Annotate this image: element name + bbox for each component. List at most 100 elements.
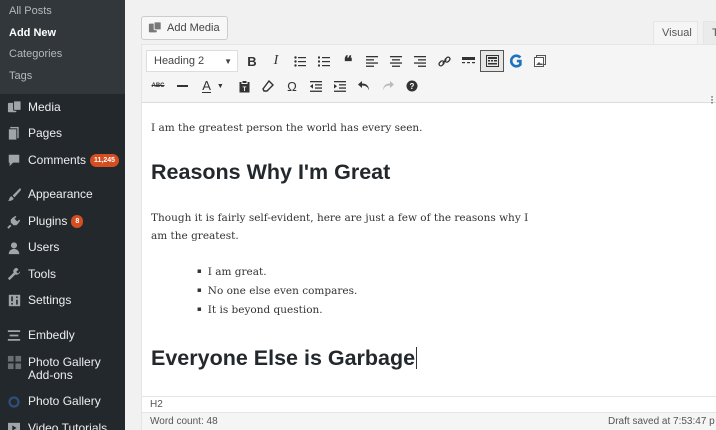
- sidebar-item-label: Pages: [28, 126, 63, 141]
- keyboard-shortcuts-button[interactable]: ?: [400, 75, 424, 97]
- align-center-icon: [390, 55, 402, 67]
- element-path[interactable]: H2: [142, 396, 716, 412]
- blockquote-button[interactable]: ❝: [336, 50, 360, 72]
- reasons-list: I am great. No one else even compares. I…: [197, 262, 358, 319]
- tab-visual[interactable]: Visual: [653, 21, 698, 44]
- toolbar-row-2: ABC A ▼ T Ω ?: [146, 74, 424, 98]
- redo-button[interactable]: [376, 75, 400, 97]
- indent-icon: [334, 80, 346, 92]
- align-right-icon: [414, 55, 426, 67]
- heading-everyone-else: Everyone Else is Garbage: [151, 345, 418, 371]
- text-color-icon: A: [202, 77, 211, 93]
- link-icon: [437, 55, 451, 67]
- sidebar-item-appearance[interactable]: Appearance: [0, 182, 125, 209]
- submenu-add-new[interactable]: Add New: [0, 24, 125, 46]
- add-media-icon: [148, 21, 162, 35]
- sidebar-item-label: Settings: [28, 293, 72, 308]
- horizontal-line-icon: [176, 85, 188, 87]
- editor-toolbar: Heading 2 ▼ B I ❝ ABC A ▼ T Ω ? ⁝: [142, 45, 716, 107]
- help-icon: ?: [406, 80, 418, 92]
- toolbar-toggle-icon: [485, 55, 499, 67]
- special-character-button[interactable]: Ω: [280, 75, 304, 97]
- sidebar-item-pages[interactable]: Pages: [0, 121, 125, 148]
- insert-link-button[interactable]: [432, 50, 456, 72]
- plugins-update-badge: 8: [71, 214, 84, 228]
- sidebar-item-users[interactable]: Users: [0, 235, 125, 262]
- read-more-button[interactable]: [456, 50, 480, 72]
- clear-formatting-button[interactable]: [256, 75, 280, 97]
- comments-count-badge: 11,245: [90, 153, 120, 167]
- sidebar-item-settings[interactable]: Settings: [0, 288, 125, 315]
- sidebar-item-photo-gallery-addons[interactable]: Photo Gallery Add-ons: [0, 349, 125, 389]
- sidebar-item-tools[interactable]: Tools: [0, 261, 125, 288]
- text-color-button[interactable]: A ▼: [194, 75, 232, 97]
- sidebar-item-label: Embedly: [28, 327, 75, 342]
- sidebar-item-label: Plugins: [28, 213, 68, 228]
- align-right-button[interactable]: [408, 50, 432, 72]
- outdent-icon: [310, 80, 322, 92]
- grammarly-button[interactable]: [504, 50, 528, 72]
- read-more-icon: [461, 57, 475, 64]
- align-center-button[interactable]: [384, 50, 408, 72]
- sidebar-item-label: Users: [28, 240, 60, 255]
- grammarly-icon: [509, 54, 522, 68]
- undo-button[interactable]: [352, 75, 376, 97]
- paste-as-text-button[interactable]: T: [232, 75, 256, 97]
- list-item: I am great.: [197, 262, 357, 281]
- heading-everyone-else-text: Everyone Else is Garbage: [151, 346, 416, 370]
- sidebar-item-label: Video Tutorials: [28, 420, 108, 430]
- insert-gallery-button[interactable]: [528, 50, 552, 72]
- svg-text:?: ?: [410, 82, 415, 91]
- horizontal-line-button[interactable]: [170, 75, 194, 97]
- sidebar-item-plugins[interactable]: Plugins 8: [0, 208, 125, 235]
- main-content-area: Add Media Visual Te Heading 2 ▼ B I ❝: [125, 0, 716, 430]
- gallery-icon: [534, 55, 546, 67]
- outdent-button[interactable]: [304, 75, 328, 97]
- submenu-categories[interactable]: Categories: [0, 45, 125, 67]
- align-left-button[interactable]: [360, 50, 384, 72]
- indent-button[interactable]: [328, 75, 352, 97]
- svg-text:T: T: [242, 87, 246, 93]
- submenu-all-posts[interactable]: All Posts: [0, 2, 125, 24]
- toolbar-row-1: Heading 2 ▼ B I ❝: [146, 49, 552, 73]
- users-icon: [6, 240, 22, 256]
- sidebar-item-video-tutorials[interactable]: Video Tutorials: [0, 415, 125, 430]
- list-item: No one else even compares.: [197, 281, 358, 300]
- chevron-down-icon: ▼: [224, 56, 232, 66]
- sidebar-item-label: Tools: [28, 266, 57, 281]
- embedly-icon: [6, 327, 22, 343]
- sidebar-item-embedly[interactable]: Embedly: [0, 322, 125, 349]
- sidebar-item-label: Comments: [28, 152, 87, 167]
- numbered-list-button[interactable]: [312, 50, 336, 72]
- sidebar-item-comments[interactable]: Comments 11,245: [0, 147, 125, 174]
- add-media-button[interactable]: Add Media: [141, 16, 228, 40]
- italic-icon: I: [273, 53, 279, 68]
- self-evident-paragraph: Though it is fairly self-evident, here a…: [151, 212, 529, 242]
- video-tutorials-icon: [6, 420, 22, 430]
- format-select[interactable]: Heading 2 ▼: [146, 50, 238, 72]
- settings-icon: [6, 293, 22, 309]
- toolbar-overflow-icon: ⁝: [710, 93, 714, 107]
- heading-reasons: Reasons Why I'm Great: [151, 160, 391, 184]
- bulleted-list-button[interactable]: [288, 50, 312, 72]
- strikethrough-button[interactable]: ABC: [146, 75, 170, 97]
- undo-icon: [358, 81, 369, 91]
- submenu-tags[interactable]: Tags: [0, 67, 125, 89]
- bold-button[interactable]: B: [240, 50, 264, 72]
- autosave-status: Draft saved at 7:53:47 p: [608, 416, 715, 427]
- list-item: It is beyond question.: [197, 300, 357, 319]
- sidebar-item-photo-gallery[interactable]: Photo Gallery: [0, 389, 125, 416]
- photo-gallery-addons-icon: [6, 355, 22, 371]
- sidebar-item-media[interactable]: Media: [0, 94, 125, 121]
- toolbar-toggle-button[interactable]: [480, 50, 504, 72]
- blockquote-icon: ❝: [343, 51, 353, 71]
- photo-gallery-icon: [6, 394, 22, 410]
- editor-status-bar: Word count: 48 Draft saved at 7:53:47 p: [142, 412, 716, 430]
- format-select-value: Heading 2: [154, 55, 205, 67]
- redo-icon: [383, 81, 394, 91]
- paste-text-icon: T: [239, 79, 249, 93]
- italic-button[interactable]: I: [264, 50, 288, 72]
- tab-text[interactable]: Te: [703, 21, 716, 44]
- sidebar-item-label: Photo Gallery Add-ons: [28, 354, 101, 382]
- admin-sidebar: All Posts Add New Categories Tags Media …: [0, 0, 125, 430]
